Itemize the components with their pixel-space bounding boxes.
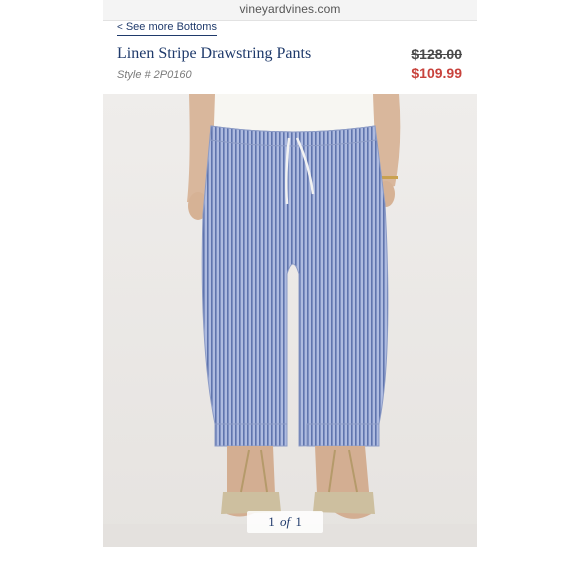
- image-counter: 1 of 1: [247, 511, 323, 533]
- image-counter-current: 1: [268, 514, 275, 529]
- product-title: Linen Stripe Drawstring Pants: [117, 45, 312, 62]
- chevron-left-icon: <: [117, 22, 123, 33]
- url-text: vineyardvines.com: [239, 2, 341, 16]
- sale-price: $109.99: [411, 65, 462, 81]
- image-counter-total: 1: [295, 514, 302, 529]
- image-counter-of: of: [279, 514, 291, 529]
- back-link-label: See more Bottoms: [125, 21, 217, 33]
- pants-photo: [103, 94, 477, 547]
- address-bar[interactable]: vineyardvines.com: [103, 0, 477, 21]
- product-image[interactable]: 1 of 1: [103, 94, 477, 547]
- original-price: $128.00: [411, 46, 462, 62]
- see-more-bottoms-link[interactable]: < See more Bottoms: [117, 21, 217, 36]
- style-number: Style # 2P0160: [117, 69, 192, 81]
- mobile-browser-window: vineyardvines.com < See more Bottoms Line…: [103, 0, 477, 547]
- link-underline: [117, 35, 217, 36]
